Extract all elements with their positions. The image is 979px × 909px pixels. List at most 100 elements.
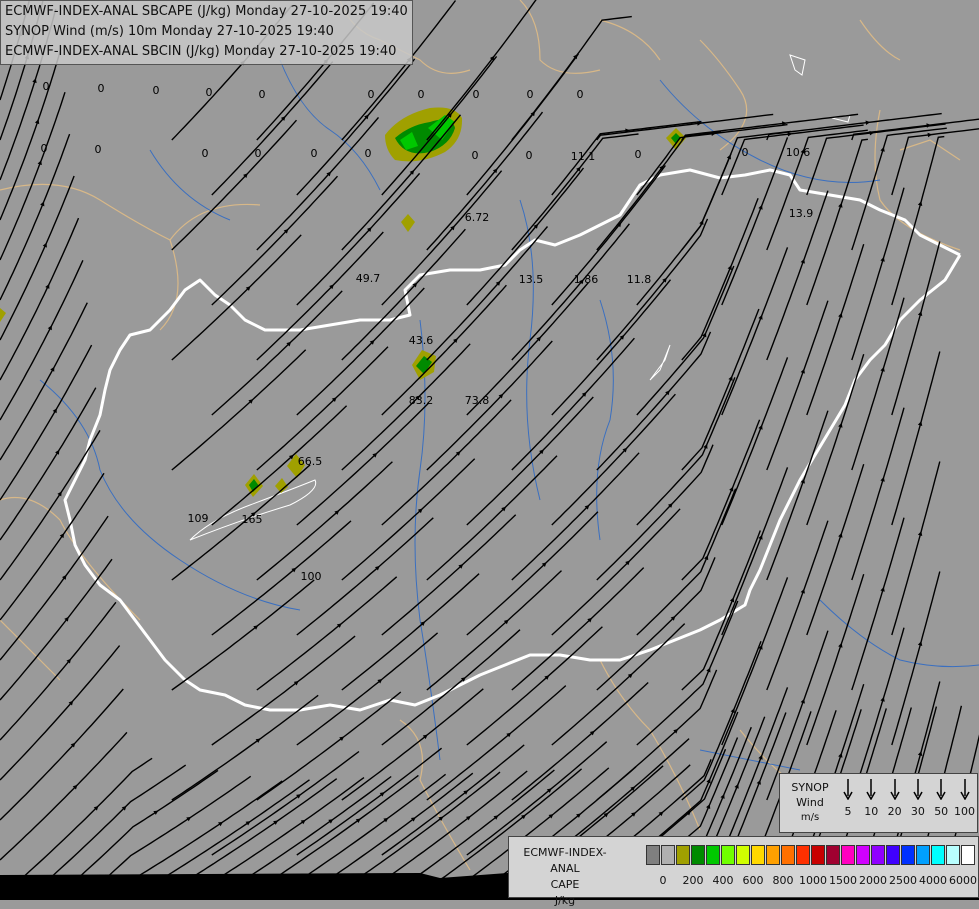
value-label: 0 — [526, 149, 533, 162]
cape-color-swatch — [826, 845, 840, 865]
cape-color-swatch — [916, 845, 930, 865]
cape-color-swatch — [751, 845, 765, 865]
cape-tick-label: 0 — [659, 874, 667, 887]
wind-arrow-icon — [866, 779, 876, 800]
value-label: 100 — [301, 570, 322, 583]
cape-tick-label: 600 — [742, 874, 764, 887]
cape-legend-label: ECMWF-INDEX-ANAL CAPE J/kg — [513, 845, 617, 909]
value-label: 0 — [311, 147, 318, 160]
wind-arrow-icon — [959, 779, 970, 800]
cape-color-swatch — [856, 845, 870, 865]
value-label: 73.8 — [465, 394, 490, 407]
cape-legend-title: ECMWF-INDEX-ANAL — [523, 846, 607, 875]
title-line-cape: ECMWF-INDEX-ANAL SBCAPE (J/kg) Monday 27… — [5, 4, 408, 19]
value-label: 43.6 — [409, 334, 434, 347]
value-label: 0 — [202, 147, 209, 160]
value-label: 0 — [259, 88, 266, 101]
value-label: 0 — [153, 84, 160, 97]
cape-tick-label: 4000 — [919, 874, 947, 887]
cape-color-swatch — [961, 845, 975, 865]
wind-legend: SYNOP Wind m/s 5 10 20 30 50 100 — [779, 773, 978, 833]
value-label: 109 — [188, 512, 209, 525]
cape-legend-unit: J/kg — [554, 894, 576, 907]
value-label: 13.5 — [519, 273, 544, 286]
cape-tick-label: 1000 — [799, 874, 827, 887]
value-label: 0 — [368, 88, 375, 101]
cape-tick-label: 400 — [712, 874, 734, 887]
value-label: 0 — [206, 86, 213, 99]
wind-speed-key: 100 — [953, 778, 977, 818]
wind-speed-key: 5 — [836, 778, 860, 818]
cape-color-swatch — [661, 845, 675, 865]
value-label: 0 — [41, 142, 48, 155]
weather-map: 0 0 0 0 0 0 0 0 0 0 0 0 0 0 0 0 0 0 0 0 11.1 10.6 13.9 6.72 49.7… — [0, 0, 979, 900]
title-line-cin: ECMWF-INDEX-ANAL SBCIN (J/kg) Monday 27-… — [5, 44, 397, 59]
value-label: 0 — [742, 146, 749, 159]
value-label: 66.5 — [298, 455, 323, 468]
value-label: 0 — [365, 147, 372, 160]
value-label: 49.7 — [356, 272, 381, 285]
wind-speed-key: 20 — [883, 778, 907, 818]
wind-arrow-icon — [889, 779, 900, 800]
value-label: 1.86 — [574, 273, 599, 286]
map-title-box: ECMWF-INDEX-ANAL SBCAPE (J/kg) Monday 27… — [0, 0, 413, 65]
cape-color-swatch — [736, 845, 750, 865]
value-label: 0 — [473, 88, 480, 101]
value-label: 0 — [472, 149, 479, 162]
cape-color-swatch — [781, 845, 795, 865]
value-label: 0 — [43, 80, 50, 93]
cape-legend-subtitle: CAPE — [550, 878, 580, 891]
wind-arrow-icon — [913, 779, 923, 800]
value-label: 0 — [98, 82, 105, 95]
wind-speed-value: 30 — [910, 805, 925, 818]
title-line-wind: SYNOP Wind (m/s) 10m Monday 27-10-2025 1… — [5, 24, 334, 39]
wind-speed-value: 20 — [887, 805, 902, 818]
cape-color-swatch — [811, 845, 825, 865]
value-label: 0 — [577, 88, 584, 101]
wind-speed-value: 10 — [864, 805, 879, 818]
cape-color-swatch — [646, 845, 660, 865]
cape-tick-label: 1500 — [829, 874, 857, 887]
cape-color-swatch — [766, 845, 780, 865]
wind-legend-subtitle: Wind — [796, 796, 824, 809]
cape-color-swatch — [931, 845, 945, 865]
cape-color-swatch — [901, 845, 915, 865]
wind-legend-unit: m/s — [800, 812, 820, 823]
cape-color-swatch — [841, 845, 855, 865]
cape-color-swatch — [886, 845, 900, 865]
value-label: 83.2 — [409, 394, 434, 407]
cape-color-swatch — [796, 845, 810, 865]
value-label: 6.72 — [465, 211, 490, 224]
cape-color-swatch — [691, 845, 705, 865]
value-label: 0 — [527, 88, 534, 101]
cape-color-swatch — [676, 845, 690, 865]
wind-speed-key: 10 — [859, 778, 883, 818]
value-label: 0 — [635, 148, 642, 161]
cape-tick-label: 2000 — [859, 874, 887, 887]
wind-arrow-icon — [843, 779, 853, 800]
wind-legend-title: SYNOP — [791, 781, 829, 794]
cape-color-swatch — [946, 845, 960, 865]
wind-legend-label: SYNOP Wind m/s — [782, 780, 838, 825]
value-label: 0 — [255, 147, 262, 160]
value-label: 11.1 — [571, 150, 596, 163]
cape-legend: ECMWF-INDEX-ANAL CAPE J/kg 0 200 400 600 800… — [508, 836, 979, 907]
value-label: 165 — [242, 513, 263, 526]
cape-tick-label: 6000 — [949, 874, 977, 887]
wind-speed-key: 30 — [906, 778, 930, 818]
wind-speed-key: 50 — [929, 778, 953, 818]
value-label: 0 — [95, 143, 102, 156]
wind-speed-value: 5 — [844, 805, 852, 818]
cape-tick-label: 200 — [682, 874, 704, 887]
value-label: 10.6 — [786, 146, 811, 159]
cape-color-swatch — [871, 845, 885, 865]
value-label: 13.9 — [789, 207, 814, 220]
cape-color-swatch — [721, 845, 735, 865]
cape-color-swatch — [706, 845, 720, 865]
cape-tick-label: 800 — [772, 874, 794, 887]
cape-tick-label: 2500 — [889, 874, 917, 887]
wind-speed-value: 50 — [934, 805, 949, 818]
value-label: 11.8 — [627, 273, 652, 286]
wind-arrow-icon — [936, 779, 946, 800]
value-label: 0 — [418, 88, 425, 101]
